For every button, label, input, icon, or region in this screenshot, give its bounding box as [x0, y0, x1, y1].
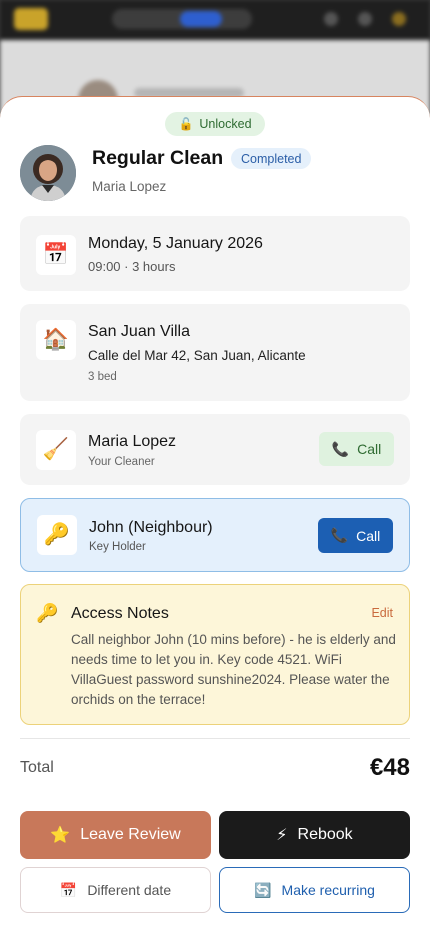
cleaner-role: Your Cleaner	[88, 456, 155, 468]
background-icon	[358, 12, 372, 26]
access-notes-card: 🔑 Access Notes Edit Call neighbor John (…	[20, 584, 410, 725]
key-icon: 🔑	[36, 603, 59, 623]
call-key-holder-label: Call	[356, 527, 381, 544]
repeat-icon: 🔄	[254, 881, 272, 898]
leave-review-label: Leave Review	[80, 826, 181, 843]
rebook-button[interactable]: ⚡ Rebook	[219, 811, 410, 859]
property-size: 3 bed	[88, 371, 117, 383]
unlocked-label: Unlocked	[199, 117, 252, 131]
call-cleaner-label: Call	[357, 441, 382, 457]
different-date-label: Different date	[87, 882, 172, 898]
make-recurring-button[interactable]: 🔄 Make recurring	[219, 867, 410, 913]
lightning-icon: ⚡	[276, 827, 288, 844]
access-notes-title: Access Notes	[71, 605, 169, 622]
background-icon	[392, 12, 406, 26]
cleaner-card: 🧹 Maria Lopez Your Cleaner 📞 Call	[20, 414, 410, 485]
total-price: €48	[369, 754, 410, 781]
booking-detail-sheet: 🔓 Unlocked Regular Clean Completed Maria…	[0, 96, 430, 932]
calendar-icon: 📅	[36, 235, 76, 275]
house-icon: 🏠	[36, 320, 76, 360]
property-address: Calle del Mar 42, San Juan, Alicante	[88, 348, 306, 363]
key-icon: 🔑	[37, 515, 77, 555]
edit-notes-link[interactable]: Edit	[371, 606, 393, 620]
background-icon	[324, 12, 338, 26]
lock-icon: 🔓	[178, 117, 194, 131]
broom-icon: 🧹	[36, 430, 76, 470]
rebook-label: Rebook	[297, 826, 353, 843]
background-logo	[14, 8, 48, 30]
key-holder-role: Key Holder	[89, 541, 146, 553]
status-badge: Completed	[231, 148, 312, 169]
booking-date: Monday, 5 January 2026	[88, 235, 263, 252]
key-holder-name: John (Neighbour)	[89, 519, 213, 536]
call-cleaner-button[interactable]: 📞 Call	[319, 432, 394, 466]
cleaner-name: Maria Lopez	[88, 433, 177, 450]
star-icon: ⭐	[50, 827, 71, 844]
phone-icon: 📞	[331, 440, 350, 457]
schedule-card: 📅 Monday, 5 January 2026 09:00 · 3 hours	[20, 216, 410, 291]
phone-icon: 📞	[330, 527, 349, 543]
cleaner-name-subtitle: Maria Lopez	[92, 179, 167, 194]
background-active-pill	[180, 11, 222, 27]
property-card: 🏠 San Juan Villa Calle del Mar 42, San J…	[20, 304, 410, 401]
make-recurring-label: Make recurring	[281, 882, 375, 898]
total-label: Total	[20, 759, 54, 776]
calendar-icon: 📅	[59, 881, 78, 898]
cleaner-avatar	[20, 145, 76, 201]
divider	[20, 738, 410, 739]
booking-time: 09:00 · 3 hours	[88, 259, 176, 274]
avatar-photo	[20, 145, 76, 201]
leave-review-button[interactable]: ⭐ Leave Review	[20, 811, 211, 859]
unlocked-badge: 🔓 Unlocked	[165, 112, 265, 136]
call-key-holder-button[interactable]: 📞 Call	[318, 518, 393, 553]
property-name: San Juan Villa	[88, 323, 190, 340]
page-title: Regular Clean	[92, 147, 224, 169]
different-date-button[interactable]: 📅 Different date	[20, 867, 211, 913]
key-holder-card: 🔑 John (Neighbour) Key Holder 📞 Call	[20, 498, 410, 572]
access-notes-body: Call neighbor John (10 mins before) - he…	[71, 632, 396, 707]
